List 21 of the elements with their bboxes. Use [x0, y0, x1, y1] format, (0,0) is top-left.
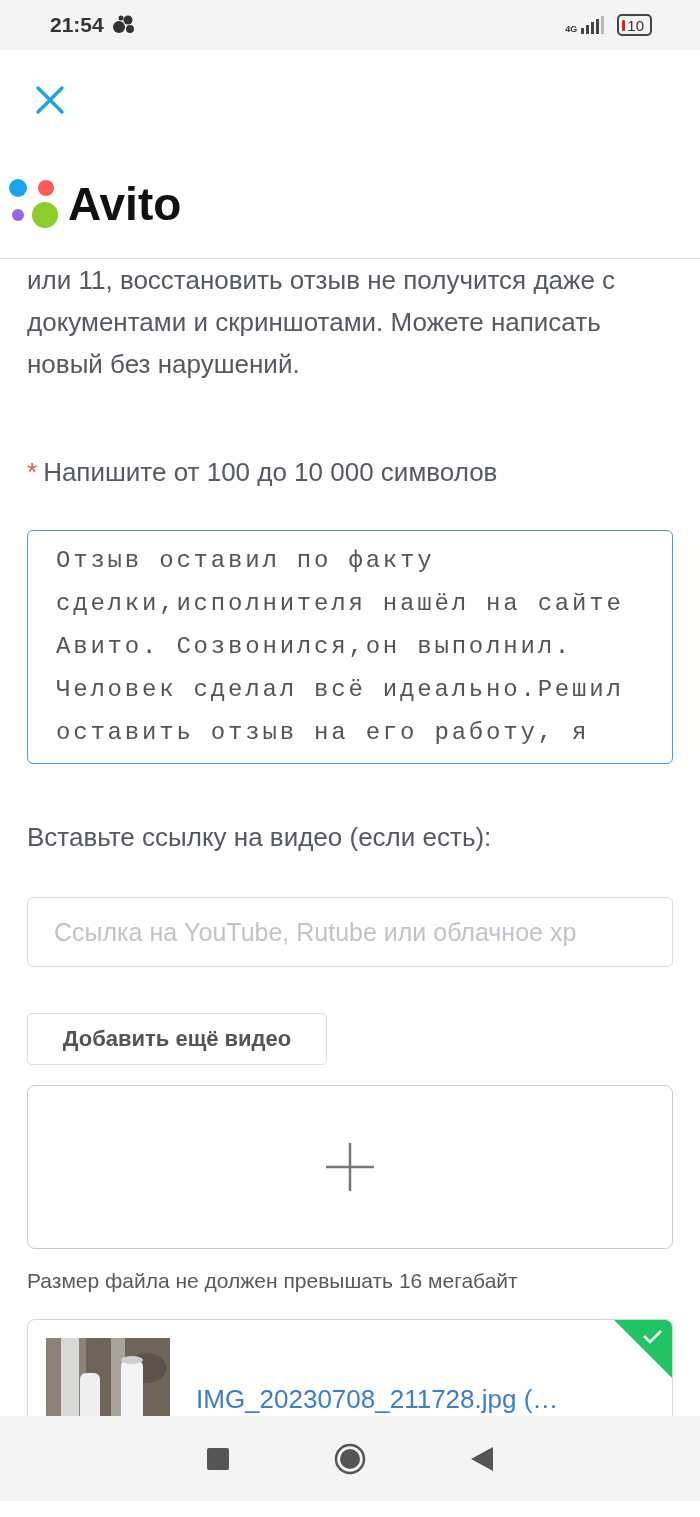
- logo-dots-icon: [8, 178, 60, 230]
- signal-icon: [579, 16, 606, 34]
- plus-icon: [326, 1143, 374, 1191]
- notice-text: или 11, восстановить отзыв не получится даже с документами и скриншотами. Можете написать новый без нарушений.: [27, 264, 617, 381]
- clock-time: 21:54: [50, 13, 104, 37]
- hint-text: Размер файла не должен превышать 16 мегабайт: [27, 1269, 519, 1293]
- field-label: Вставьте ссылку на видео (если есть):: [27, 822, 493, 853]
- bubbles-icon: [111, 15, 136, 35]
- home-icon[interactable]: [334, 1442, 366, 1475]
- recent-apps-icon[interactable]: [207, 1447, 229, 1470]
- network-label: 4G: [565, 24, 578, 34]
- field-label: Напишите от 100 до 10 000 символов: [43, 457, 498, 488]
- battery-level: 10: [627, 16, 644, 34]
- file-link[interactable]: IMG_20230708_211728.jpg (…: [196, 1384, 559, 1415]
- review-text-field[interactable]: Отзыв оставил по факту сделки,исполнителя нашёл на сайте Авито. Созвонился,он выполнил. Человек сделал всё идеально.Решил оставить отзыв на его работу, я: [27, 530, 673, 764]
- back-icon[interactable]: [471, 1446, 493, 1471]
- add-video-button[interactable]: Добавить ещё видео: [27, 1013, 327, 1065]
- logo-text: Avito: [68, 177, 182, 231]
- video-link-field[interactable]: Ссылка на YouTube, Rutube или облачное хр: [27, 897, 673, 967]
- close-icon[interactable]: [34, 84, 66, 116]
- required-mark: *: [27, 457, 38, 488]
